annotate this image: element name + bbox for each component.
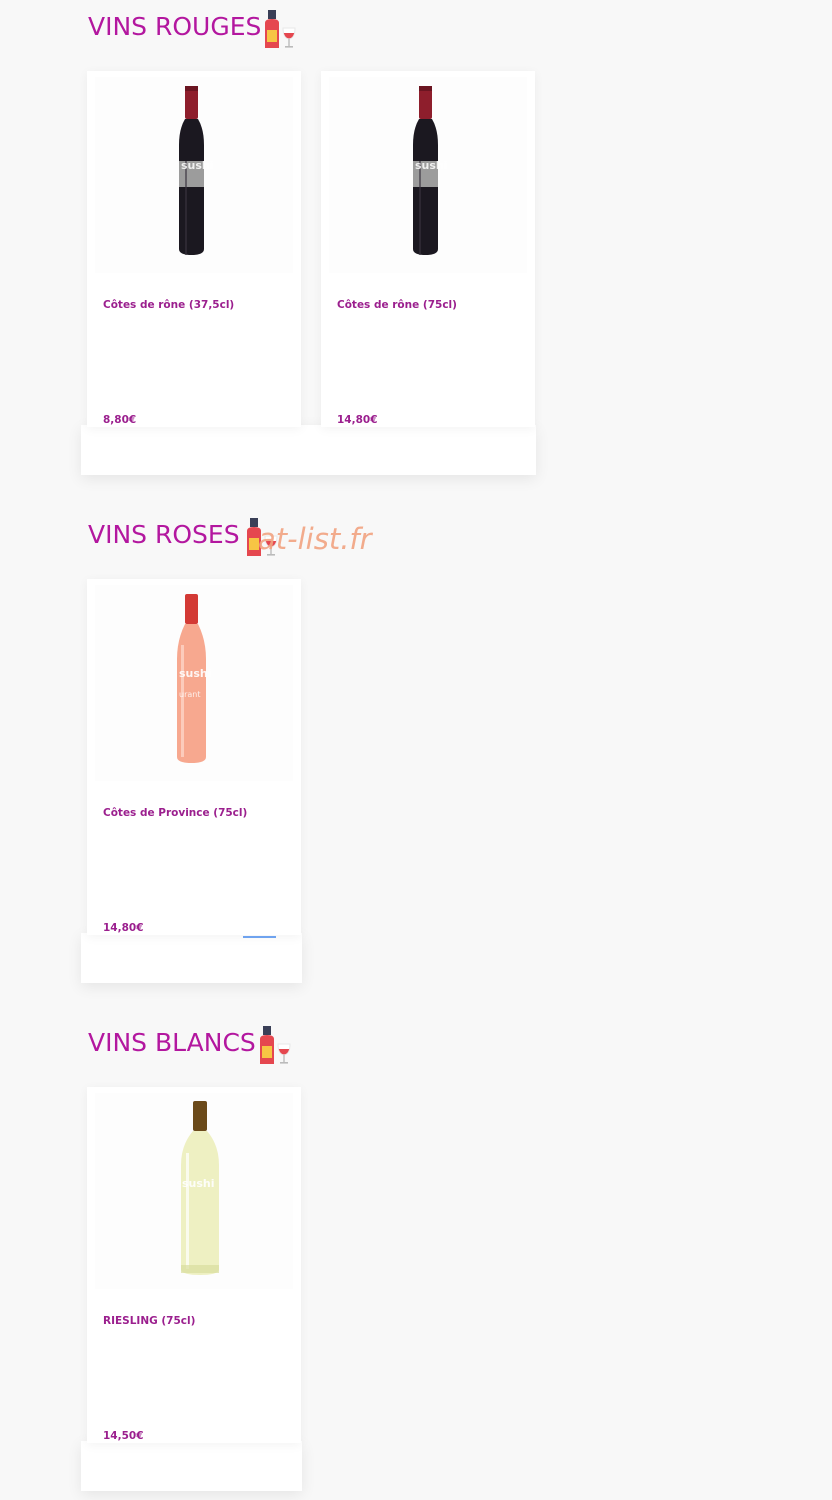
svg-text:sushi: sushi: [181, 159, 214, 172]
section-title-vins-blancs: VINS BLANCS: [88, 1028, 256, 1057]
product-price: 8,80€: [103, 414, 137, 426]
wine-bottle-glass-icon: [265, 10, 296, 48]
product-card[interactable]: sushi urant Côtes de Province (75cl) 14,…: [87, 579, 301, 935]
product-row-background: [81, 933, 302, 983]
svg-text:sushi: sushi: [182, 1177, 215, 1190]
svg-text:urant: urant: [179, 690, 200, 699]
product-name: RIESLING (75cl): [103, 1315, 196, 1327]
product-price: 14,50€: [103, 1430, 144, 1442]
section-title-vins-roses: VINS ROSES: [88, 520, 240, 549]
product-photo: sushi: [329, 77, 527, 273]
product-photo: sushi: [95, 1093, 293, 1289]
product-card[interactable]: sushi Côtes de rône (75cl) 14,80€: [321, 71, 535, 427]
product-photo: sushi urant: [95, 585, 293, 781]
product-photo: sushi: [95, 77, 293, 273]
product-name: Côtes de Province (75cl): [103, 807, 248, 819]
product-price: 14,80€: [103, 922, 144, 934]
section-title-vins-rouges: VINS ROUGES: [88, 12, 262, 41]
white-wine-bottle-icon: sushi: [181, 1101, 219, 1275]
watermark: at-list.fr: [258, 522, 372, 556]
product-card[interactable]: sushi RIESLING (75cl) 14,50€: [87, 1087, 301, 1443]
red-wine-bottle-icon: sushi: [413, 86, 448, 255]
rose-wine-bottle-icon: sushi urant: [177, 594, 212, 763]
product-row-background: [81, 425, 536, 475]
product-row-background: [81, 1441, 302, 1491]
svg-text:sushi: sushi: [415, 159, 448, 172]
product-card[interactable]: sushi Côtes de rône (37,5cl) 8,80€: [87, 71, 301, 427]
product-price: 14,80€: [337, 414, 378, 426]
link-underline: [243, 936, 276, 938]
product-name: Côtes de rône (37,5cl): [103, 299, 235, 311]
red-wine-bottle-icon: sushi: [179, 86, 214, 255]
svg-text:sushi: sushi: [179, 667, 212, 680]
wine-bottle-glass-icon: [260, 1026, 291, 1064]
product-name: Côtes de rône (75cl): [337, 299, 457, 311]
